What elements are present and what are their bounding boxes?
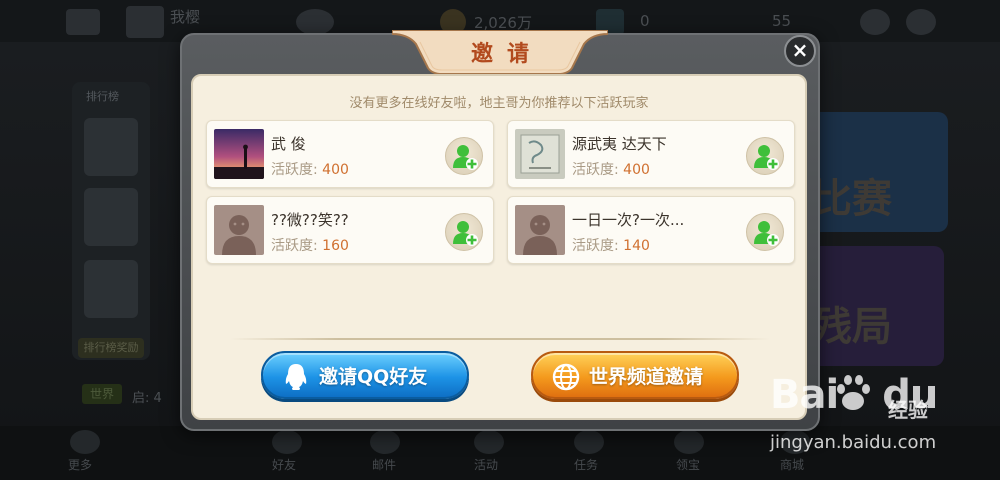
rank-1-avatar bbox=[84, 118, 138, 176]
nav-more: 更多 bbox=[68, 458, 93, 472]
baidu-paw-icon bbox=[837, 375, 870, 410]
player-avatar bbox=[515, 129, 565, 179]
add-friend-button[interactable] bbox=[445, 137, 483, 175]
add-friend-icon bbox=[754, 221, 779, 246]
dialog-title: 邀请 bbox=[470, 42, 543, 67]
activity-value: 160 bbox=[322, 238, 349, 254]
player-activity: 活跃度: 140 bbox=[572, 235, 650, 255]
add-friend-icon bbox=[754, 145, 779, 170]
player-name: 一日一次?一次... bbox=[572, 211, 685, 229]
profile-name: 我樱 bbox=[170, 8, 201, 26]
player-card: 一日一次?一次... 活跃度: 140 bbox=[507, 196, 795, 264]
level-value: 55 bbox=[772, 12, 792, 30]
rank-3-avatar bbox=[84, 260, 138, 318]
gear-icon bbox=[906, 9, 936, 35]
default-avatar-icon bbox=[515, 205, 565, 255]
ranking-reward-label: 排行榜奖励 bbox=[78, 338, 144, 358]
close-button[interactable]: × bbox=[784, 35, 816, 67]
rank-2-avatar bbox=[84, 188, 138, 246]
ranking-title: 排行榜 bbox=[86, 90, 119, 103]
world-channel-label: 世界频道邀请 bbox=[589, 366, 704, 388]
add-friend-icon bbox=[453, 221, 478, 246]
activity-icon bbox=[474, 430, 504, 454]
activity-value: 400 bbox=[322, 162, 349, 178]
shop-icon bbox=[860, 9, 890, 35]
chat-message: 启: 4 bbox=[132, 391, 162, 406]
activity-label: 活跃度: bbox=[572, 238, 619, 254]
invite-qq-button[interactable]: 邀请QQ好友 bbox=[261, 351, 469, 399]
nav-mail: 邮件 bbox=[372, 458, 397, 472]
nav-activity: 活动 bbox=[474, 458, 499, 472]
watermark-chinese: 经验 bbox=[888, 398, 928, 422]
exit-icon bbox=[66, 9, 100, 35]
divider bbox=[230, 338, 770, 340]
dialog-subtitle: 没有更多在线好友啦，地主哥为你推荐以下活跃玩家 bbox=[349, 96, 649, 111]
player-activity: 活跃度: 400 bbox=[572, 159, 650, 179]
default-avatar-icon bbox=[214, 205, 264, 255]
player-avatar bbox=[214, 129, 264, 179]
chat-channel-tag: 世界 bbox=[82, 384, 122, 404]
player-card: ??微??笑?? 活跃度: 160 bbox=[206, 196, 494, 264]
add-friend-icon bbox=[453, 145, 478, 170]
nav-friends: 好友 bbox=[272, 458, 297, 472]
qq-penguin-icon bbox=[285, 364, 307, 390]
nav-shop: 商城 bbox=[780, 458, 805, 472]
endgame-label: 残局 bbox=[812, 304, 892, 350]
nav-task: 任务 bbox=[574, 458, 599, 472]
world-channel-invite-button[interactable]: 世界频道邀请 bbox=[531, 351, 739, 399]
diamond-count: 0 bbox=[640, 12, 650, 30]
treasure-icon bbox=[674, 430, 704, 454]
add-friend-button[interactable] bbox=[445, 213, 483, 251]
player-name: ??微??笑?? bbox=[271, 211, 349, 229]
mail-icon bbox=[370, 430, 400, 454]
more-icon bbox=[70, 430, 100, 454]
activity-label: 活跃度: bbox=[572, 162, 619, 178]
player-card: 源武夷 达天下 活跃度: 400 bbox=[507, 120, 795, 188]
player-activity: 活跃度: 400 bbox=[271, 159, 349, 179]
emoji-icon bbox=[296, 9, 334, 35]
nav-treasure: 领宝 bbox=[676, 458, 701, 472]
activity-label: 活跃度: bbox=[271, 238, 318, 254]
activity-value: 140 bbox=[623, 238, 650, 254]
avatar bbox=[126, 6, 164, 38]
activity-label: 活跃度: bbox=[271, 162, 318, 178]
friends-icon bbox=[272, 430, 302, 454]
add-friend-button[interactable] bbox=[746, 213, 784, 251]
activity-value: 400 bbox=[623, 162, 650, 178]
add-friend-button[interactable] bbox=[746, 137, 784, 175]
match-label: 比赛 bbox=[812, 176, 892, 222]
watermark-url: jingyan.baidu.com bbox=[770, 432, 937, 453]
globe-icon bbox=[552, 363, 580, 391]
task-icon bbox=[574, 430, 604, 454]
player-card: 武 俊 活跃度: 400 bbox=[206, 120, 494, 188]
invite-qq-label: 邀请QQ好友 bbox=[319, 366, 428, 388]
player-name: 武 俊 bbox=[271, 135, 306, 153]
player-activity: 活跃度: 160 bbox=[271, 235, 349, 255]
player-name: 源武夷 达天下 bbox=[572, 135, 667, 153]
